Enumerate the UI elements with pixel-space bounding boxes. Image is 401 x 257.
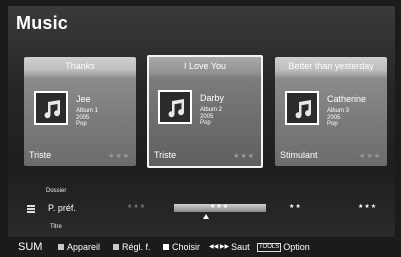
up-arrow-icon — [203, 214, 209, 219]
track-mood: Stimulant — [280, 150, 318, 160]
rating-group[interactable]: ★★★ — [210, 203, 229, 210]
track-card-i-love-you[interactable]: I Love You Darby Album 2 2005 Pop Triste… — [147, 55, 263, 168]
skip-button[interactable]: ◀◀ ▶▶ Saut — [209, 237, 250, 257]
track-meta: Album 2 2005 Pop — [200, 107, 222, 127]
music-note-icon — [285, 91, 319, 125]
track-album: Album 3 — [327, 108, 350, 114]
track-meta: Album 1 2005 Pop — [76, 108, 98, 128]
select-button[interactable]: Choisir — [163, 237, 200, 257]
sort-option-current[interactable]: P. préf. — [48, 203, 76, 213]
skip-label: Saut — [231, 242, 250, 252]
track-artist: Catherine — [327, 94, 367, 104]
track-title: Better than yesterday — [288, 61, 374, 71]
track-card-thanks[interactable]: Thanks Jee Album 1 2005 Pop Triste ★★★ — [24, 57, 136, 166]
rating-group[interactable]: ★★★ — [127, 203, 146, 210]
option-label: Option — [283, 242, 310, 252]
rating-group[interactable]: ★★ — [289, 203, 302, 210]
device-label: Appareil — [67, 242, 101, 252]
source-label: SUM — [18, 241, 43, 253]
music-note-icon — [34, 91, 68, 125]
option-button[interactable]: TOOLS Option — [257, 237, 310, 257]
green-key-icon — [113, 244, 119, 250]
music-note-icon — [158, 90, 192, 124]
track-artist: Jee — [76, 94, 91, 104]
settings-button[interactable]: Régl. f. — [113, 237, 151, 257]
red-key-icon — [58, 244, 64, 250]
track-rating: ★★★ — [108, 153, 130, 160]
track-album: Album 2 — [200, 107, 223, 113]
track-meta: Album 3 2005 Pop — [327, 108, 349, 128]
settings-label: Régl. f. — [122, 242, 151, 252]
sort-option-below[interactable]: Titre — [50, 224, 62, 230]
track-rating: ★★★ — [359, 153, 381, 160]
track-title: Thanks — [65, 61, 95, 71]
sort-option-above[interactable]: Dossier — [46, 188, 66, 194]
rating-group[interactable]: ★★★ — [358, 203, 377, 210]
track-card-better-than-yesterday[interactable]: Better than yesterday Catherine Album 3 … — [275, 57, 387, 166]
footer-bar: SUM Appareil Régl. f. Choisir ◀◀ ▶▶ Saut… — [0, 237, 401, 257]
select-label: Choisir — [172, 242, 201, 252]
track-genre: Pop — [76, 121, 87, 127]
page-title: Music — [16, 13, 69, 33]
track-genre: Pop — [327, 121, 338, 127]
menu-icon — [27, 205, 35, 214]
track-title: I Love You — [149, 57, 261, 75]
track-mood: Triste — [29, 150, 52, 160]
track-genre: Pop — [200, 120, 211, 126]
device-button[interactable]: Appareil — [58, 237, 100, 257]
track-rating: ★★★ — [233, 153, 255, 160]
track-album: Album 1 — [76, 108, 99, 114]
track-mood: Triste — [154, 150, 177, 160]
skip-icon: ◀◀ ▶▶ — [209, 244, 230, 250]
tools-icon: TOOLS — [257, 242, 282, 252]
yellow-key-icon — [163, 244, 169, 250]
track-artist: Darby — [200, 93, 225, 103]
